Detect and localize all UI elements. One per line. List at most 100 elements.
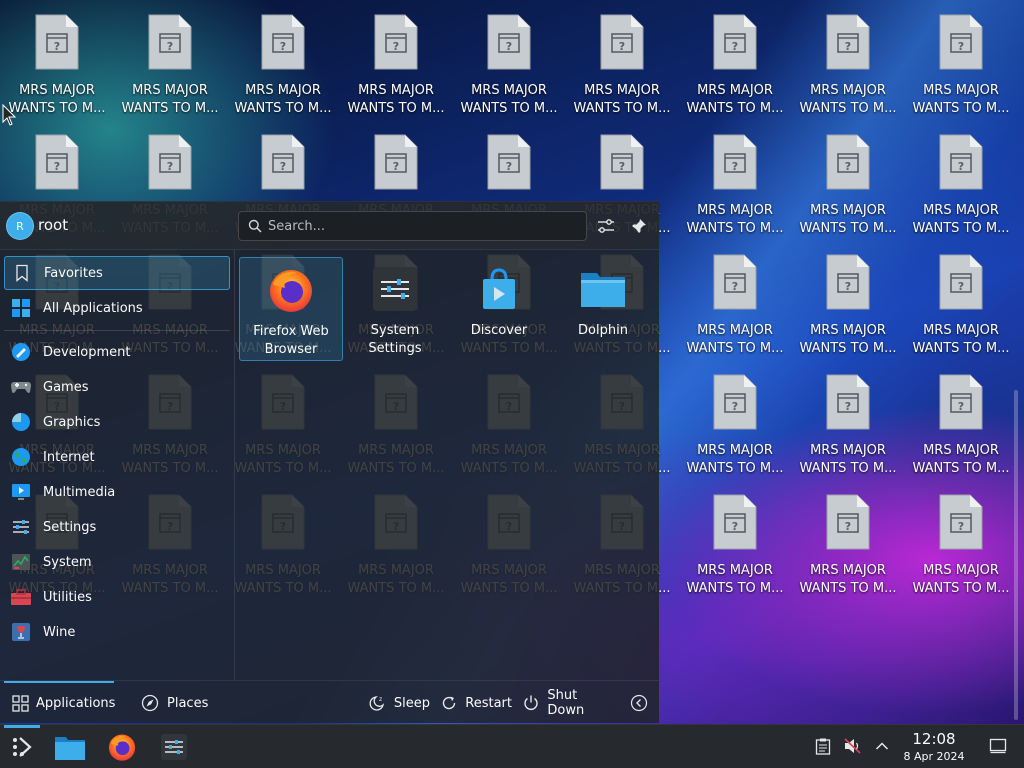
clock-time[interactable]: 12:08: [896, 730, 972, 748]
tray-clipboard[interactable]: [812, 735, 834, 757]
desktop-file-label: MRS MAJOR WANTS TO M...: [799, 443, 897, 476]
search-box[interactable]: [238, 211, 587, 241]
desktop-file-item[interactable]: ? MRS MAJOR WANTS TO M...: [341, 0, 451, 116]
desktop-file-item[interactable]: ? MRS MAJOR WANTS TO M...: [906, 120, 1016, 236]
restart-button[interactable]: Restart: [440, 681, 512, 725]
unknown-file-icon: ?: [148, 134, 192, 190]
sidebar-item-graphics[interactable]: Graphics: [4, 405, 230, 439]
favorite-app-discover[interactable]: Discover: [447, 257, 551, 361]
unknown-file-icon: ?: [374, 14, 418, 70]
desktop-file-item[interactable]: ? MRS MAJOR WANTS TO M...: [793, 360, 903, 476]
bookmark-icon: [11, 262, 33, 284]
desktop-file-item[interactable]: ? MRS MAJOR WANTS TO M...: [228, 0, 338, 116]
sidebar-item-wine[interactable]: Wine: [4, 615, 230, 649]
svg-text:?: ?: [167, 160, 173, 173]
favorite-app-system[interactable]: System Settings: [343, 257, 447, 361]
desktop-file-item[interactable]: ? MRS MAJOR WANTS TO M...: [906, 240, 1016, 356]
favorite-app-firefox-web[interactable]: Firefox Web Browser: [239, 257, 343, 361]
desktop-file-item[interactable]: ? MRS MAJOR WANTS TO M...: [793, 120, 903, 236]
search-icon: [248, 219, 262, 233]
svg-text:?: ?: [506, 40, 512, 53]
sidebar-item-multimedia[interactable]: Multimedia: [4, 475, 230, 509]
svg-text:?: ?: [393, 40, 399, 53]
desktop-file-item[interactable]: ? MRS MAJOR WANTS TO M...: [906, 360, 1016, 476]
application-launcher-button[interactable]: [2, 725, 42, 765]
desktop-file-item[interactable]: ? MRS MAJOR WANTS TO M...: [680, 0, 790, 116]
desktop-file-item[interactable]: ? MRS MAJOR WANTS TO M...: [906, 480, 1016, 596]
more-power-options-button[interactable]: [630, 681, 652, 725]
file-glyph: ?: [261, 14, 305, 70]
show-desktop-button[interactable]: [987, 735, 1009, 757]
unknown-file-icon: ?: [713, 494, 757, 550]
svg-text:?: ?: [54, 160, 60, 173]
file-glyph: ?: [261, 134, 305, 190]
desktop-file-item[interactable]: ? MRS MAJOR WANTS TO M...: [115, 0, 225, 116]
svg-text:?: ?: [167, 40, 173, 53]
taskbar-dolphin[interactable]: [50, 729, 90, 765]
clock-date[interactable]: 8 Apr 2024: [896, 750, 972, 763]
favorite-app-dolphin[interactable]: Dolphin: [551, 257, 655, 361]
desktop-file-item[interactable]: ? MRS MAJOR WANTS TO M...: [793, 240, 903, 356]
svg-text:?: ?: [958, 520, 964, 533]
pin-icon: [632, 219, 646, 233]
desktop-file-item[interactable]: ? MRS MAJOR WANTS TO M...: [793, 0, 903, 116]
sidebar-item-settings[interactable]: Settings: [4, 510, 230, 544]
glyph: [11, 589, 31, 605]
sidebar-item-internet[interactable]: Internet: [4, 440, 230, 474]
svg-text:?: ?: [958, 160, 964, 173]
desktop-file-item[interactable]: ? MRS MAJOR WANTS TO M...: [454, 0, 564, 116]
sidebar-item-label: Graphics: [43, 414, 101, 430]
glyph: [373, 267, 417, 311]
desktop-file-label: MRS MAJOR WANTS TO M...: [799, 83, 897, 116]
file-glyph: ?: [148, 134, 192, 190]
sidebar-item-development[interactable]: Development: [4, 335, 230, 369]
sidebar-item-favorites[interactable]: Favorites: [4, 256, 230, 290]
wine-glass-icon: [10, 621, 32, 643]
sidebar-item-label: System: [43, 554, 92, 570]
configure-button[interactable]: [595, 215, 617, 237]
sleep-button[interactable]: z Sleep: [368, 681, 430, 725]
pin-button[interactable]: [628, 215, 650, 237]
grid-icon: [12, 694, 29, 712]
sidebar-item-label: Favorites: [44, 265, 103, 281]
gamepad-icon: [10, 376, 32, 398]
username[interactable]: root: [38, 216, 68, 234]
mouse-cursor-icon: [2, 104, 16, 126]
desktop-file-item[interactable]: ? MRS MAJOR WANTS TO M...: [680, 360, 790, 476]
taskbar-firefox[interactable]: [102, 729, 142, 765]
desktop-file-item[interactable]: ? MRS MAJOR WANTS TO M...: [680, 240, 790, 356]
file-glyph: ?: [487, 134, 531, 190]
desktop-file-item[interactable]: ? MRS MAJOR WANTS TO M...: [567, 0, 677, 116]
svg-text:?: ?: [54, 40, 60, 53]
desktop-file-item[interactable]: ? MRS MAJOR WANTS TO M...: [680, 480, 790, 596]
globe-icon: [10, 446, 32, 468]
chevron-up-icon: [875, 742, 889, 750]
sidebar-item-all-applications[interactable]: All Applications: [4, 291, 230, 325]
desktop-file-item[interactable]: ? MRS MAJOR WANTS TO M...: [680, 120, 790, 236]
svg-text:?: ?: [845, 400, 851, 413]
unknown-file-icon: ?: [713, 14, 757, 70]
tray-volume[interactable]: [842, 735, 864, 757]
taskbar: 12:08 8 Apr 2024: [0, 724, 1024, 768]
search-input[interactable]: [268, 216, 578, 236]
unknown-file-icon: ?: [713, 134, 757, 190]
sidebar-item-system[interactable]: System: [4, 545, 230, 579]
desktop-file-item[interactable]: ? MRS MAJOR WANTS TO M...: [793, 480, 903, 596]
tray-expand-button[interactable]: [871, 735, 893, 757]
avatar[interactable]: R: [6, 212, 34, 240]
desktop-file-item[interactable]: ? MRS MAJOR WANTS TO M...: [2, 0, 112, 116]
sidebar-item-games[interactable]: Games: [4, 370, 230, 404]
shutdown-button[interactable]: Shut Down: [521, 681, 616, 725]
desktop-file-item[interactable]: ? MRS MAJOR WANTS TO M...: [906, 0, 1016, 116]
svg-text:?: ?: [393, 160, 399, 173]
tab-applications[interactable]: Applications: [4, 681, 115, 725]
tab-places[interactable]: Places: [140, 681, 220, 725]
compass-icon: [141, 694, 159, 712]
sidebar-item-utilities[interactable]: Utilities: [4, 580, 230, 614]
system-icon: [10, 551, 32, 573]
taskbar-system-settings[interactable]: [154, 729, 194, 765]
svg-text:?: ?: [732, 280, 738, 293]
folder-icon: [579, 265, 627, 313]
desktop-file-label: MRS MAJOR WANTS TO M...: [799, 323, 897, 356]
sidebar-item-label: Utilities: [43, 589, 92, 605]
